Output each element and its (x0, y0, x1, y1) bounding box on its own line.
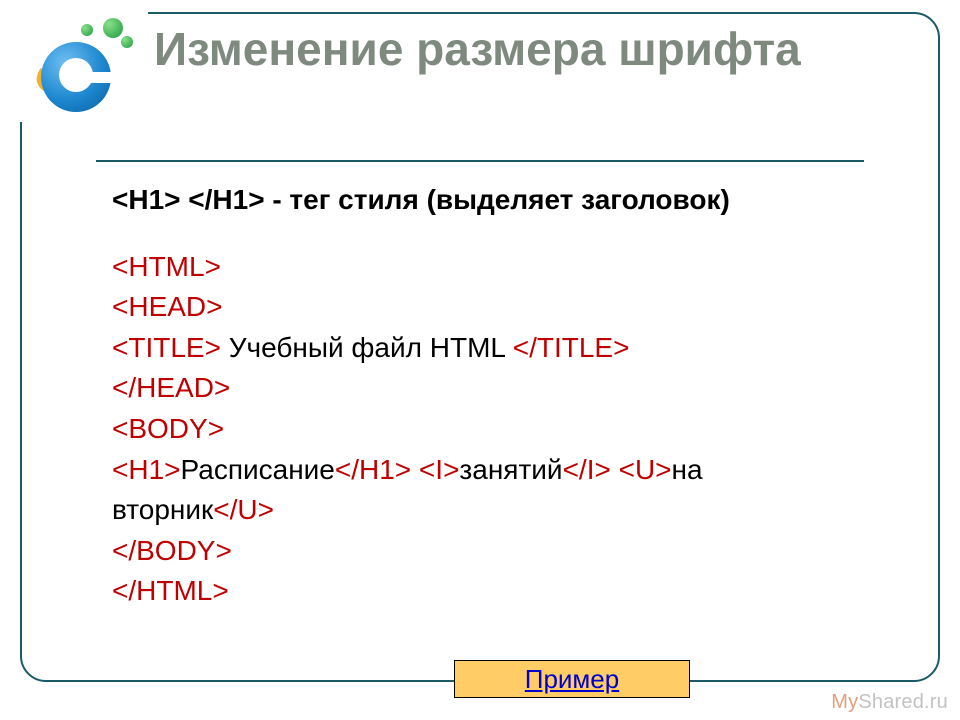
content-area: <H1> </H1> - тег стиля (выделяет заголов… (68, 160, 892, 660)
ie-logo-icon (20, 10, 148, 122)
code-line: <BODY> (112, 409, 848, 450)
header: Изменение размера шрифта (22, 14, 938, 122)
code-line: </HTML> (112, 571, 848, 612)
body-text: <H1> </H1> - тег стиля (выделяет заголов… (68, 180, 892, 612)
example-link-box[interactable]: Пример (454, 660, 690, 698)
example-link[interactable]: Пример (525, 664, 619, 695)
code-line: <HTML> (112, 247, 848, 288)
code-line: </HEAD> (112, 368, 848, 409)
code-line: </BODY> (112, 531, 848, 572)
code-line: <H1>Расписание</H1> <I>занятий</I> <U>на… (112, 450, 848, 531)
divider (96, 160, 864, 162)
watermark: MyShared.ru (831, 691, 948, 714)
code-line: <HEAD> (112, 287, 848, 328)
slide-title: Изменение размера шрифта (148, 14, 938, 76)
code-line: <TITLE> Учебный файл HTML </TITLE> (112, 328, 848, 369)
slide-frame: Изменение размера шрифта <H1> </H1> - те… (20, 12, 940, 682)
subheading: <H1> </H1> - тег стиля (выделяет заголов… (112, 180, 848, 221)
